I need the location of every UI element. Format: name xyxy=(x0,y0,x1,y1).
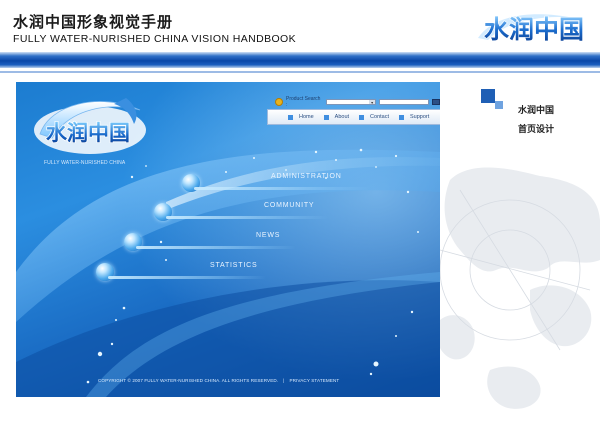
accent-square-small xyxy=(495,101,503,109)
nav-bullet-icon xyxy=(399,114,405,120)
side-label-page: 首页设计 xyxy=(518,125,555,135)
handbook-title-en: FULLY WATER-NURISHED CHINA VISION HANDBO… xyxy=(13,33,297,45)
copyright-text: COPYRIGHT © 2007 FULLY WATER-NURISHED CH… xyxy=(98,378,279,383)
handbook-logo: 水润中国 xyxy=(478,14,585,45)
nav-item-home[interactable]: Home xyxy=(288,114,314,120)
nav-item-contact[interactable]: Contact xyxy=(359,114,389,120)
menu-line xyxy=(136,246,296,249)
site-tagline: FULLY WATER-NURISHED CHINA xyxy=(44,160,126,166)
footer-separator: | xyxy=(283,378,285,383)
menu-item-community[interactable]: COMMUNITY xyxy=(154,202,328,223)
menu-line xyxy=(194,187,370,190)
product-search: Product Search : ▾ xyxy=(275,96,440,108)
world-map-decoration xyxy=(436,167,600,409)
homepage-mockup: Product Search : ▾ Home About Contact Su… xyxy=(16,82,440,397)
nav-label: About xyxy=(334,114,350,120)
search-go-button[interactable] xyxy=(432,99,440,105)
nav-bullet-icon xyxy=(323,114,329,120)
menu-line xyxy=(166,216,328,219)
menu-label: STATISTICS xyxy=(210,262,258,269)
menu-label: COMMUNITY xyxy=(264,202,315,209)
nav-bullet-icon xyxy=(359,114,365,120)
handbook-logo-text: 水润中国 xyxy=(484,15,584,44)
nav-item-about[interactable]: About xyxy=(323,114,350,120)
menu-label: ADMINISTRATION xyxy=(271,173,342,180)
nav-label: Support xyxy=(410,114,430,120)
header-divider xyxy=(0,71,600,73)
side-label-brand: 水润中国 xyxy=(518,106,555,116)
site-footer: COPYRIGHT © 2007 FULLY WATER-NURISHED CH… xyxy=(98,378,339,383)
chevron-down-icon: ▾ xyxy=(369,100,376,105)
menu-line xyxy=(108,276,266,279)
nav-label: Contact xyxy=(370,114,390,120)
accent-square xyxy=(481,89,495,103)
menu-item-news[interactable]: NEWS xyxy=(124,232,296,253)
site-logo-text: 水润中国 xyxy=(46,121,130,145)
menu-item-administration[interactable]: ADMINISTRATION xyxy=(182,173,372,194)
handbook-title-cn: 水润中国形象视觉手册 xyxy=(13,13,174,31)
nav-bullet-icon xyxy=(288,114,293,120)
privacy-link[interactable]: PRIVACY STATEMENT xyxy=(289,378,339,383)
search-label: Product Search : xyxy=(285,96,321,108)
header-bar xyxy=(0,52,600,68)
search-icon xyxy=(275,98,283,106)
search-category-select[interactable]: ▾ xyxy=(326,99,377,105)
nav-label: Home xyxy=(299,114,314,120)
site-logo[interactable]: 水润中国 xyxy=(30,94,148,160)
nav-item-support[interactable]: Support xyxy=(399,114,429,120)
search-input[interactable] xyxy=(379,99,430,105)
menu-item-statistics[interactable]: STATISTICS xyxy=(96,262,266,283)
menu-label: NEWS xyxy=(256,232,281,239)
top-nav: Home About Contact Support xyxy=(267,109,440,125)
